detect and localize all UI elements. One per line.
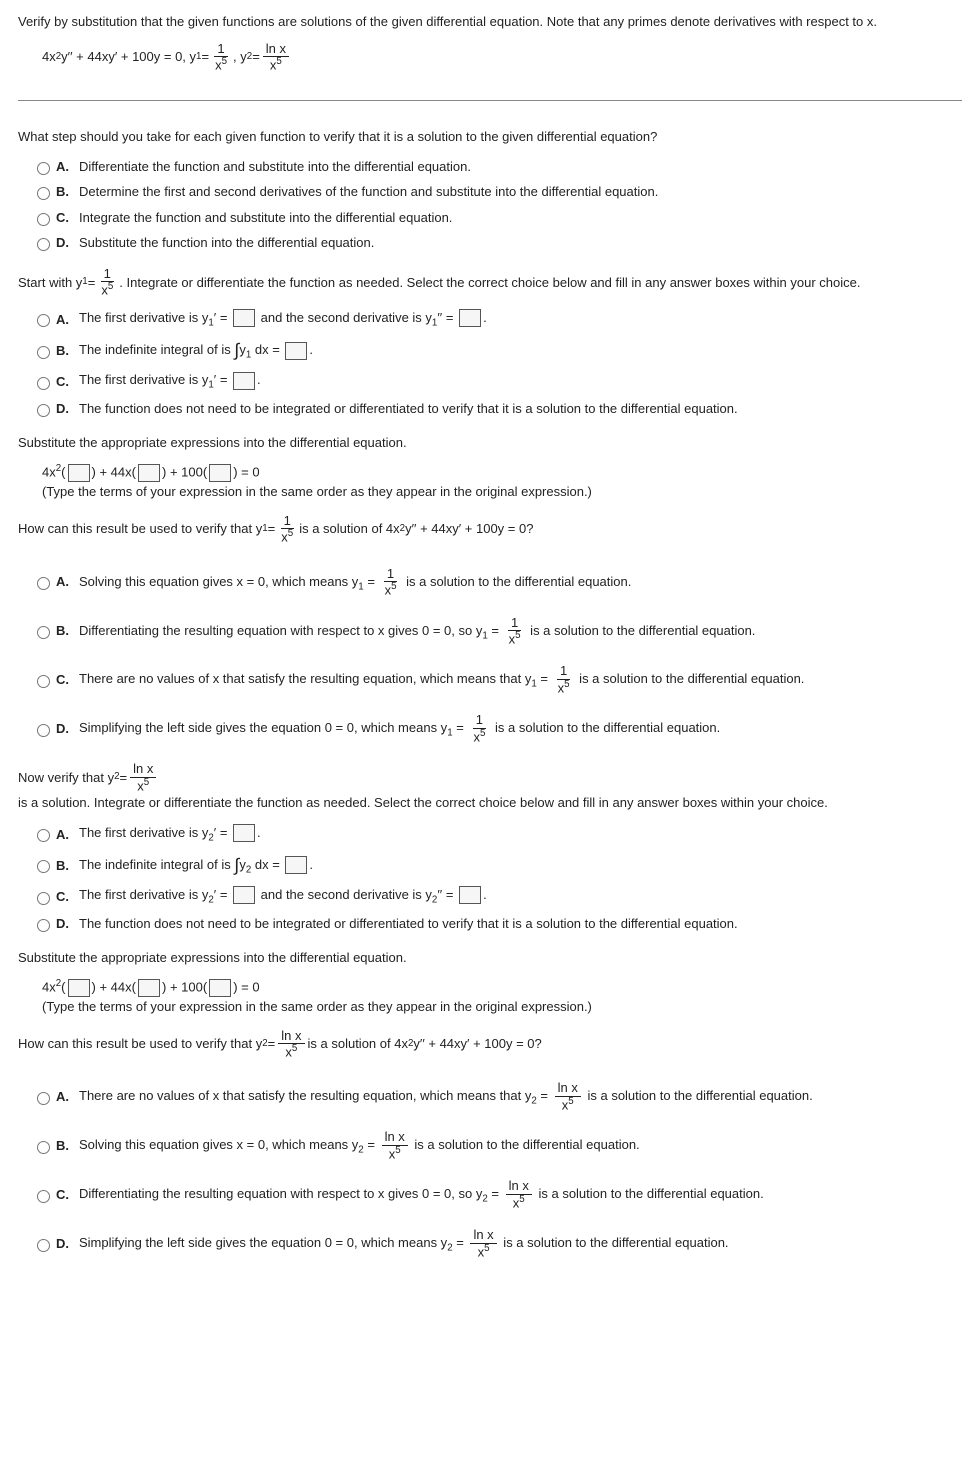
q1-radio-c[interactable] xyxy=(37,213,50,226)
r1-radio-a[interactable] xyxy=(37,577,50,590)
p1-radio-b[interactable] xyxy=(37,346,50,359)
r2-opt-d[interactable]: D. Simplifying the left side gives the e… xyxy=(32,1228,962,1259)
integral-icon: ∫ xyxy=(234,340,239,360)
p2-opt-c[interactable]: C. The first derivative is y2′ = and the… xyxy=(32,885,962,908)
q1-opt-d[interactable]: D.Substitute the function into the diffe… xyxy=(32,233,962,253)
answer-input[interactable] xyxy=(68,979,90,997)
q1-radio-d[interactable] xyxy=(37,238,50,251)
answer-input[interactable] xyxy=(138,979,160,997)
p2-radio-b[interactable] xyxy=(37,860,50,873)
r1-opt-c[interactable]: C. There are no values of x that satisfy… xyxy=(32,664,962,695)
p1-radio-a[interactable] xyxy=(37,314,50,327)
answer-input[interactable] xyxy=(459,886,481,904)
answer-input[interactable] xyxy=(209,464,231,482)
r1-opt-d[interactable]: D. Simplifying the left side gives the e… xyxy=(32,713,962,744)
q1-opt-c[interactable]: C.Integrate the function and substitute … xyxy=(32,208,962,228)
answer-input[interactable] xyxy=(285,342,307,360)
p2-opt-a[interactable]: A. The first derivative is y2′ = . xyxy=(32,823,962,846)
r1-radio-b[interactable] xyxy=(37,626,50,639)
intro-text: Verify by substitution that the given fu… xyxy=(18,12,962,32)
answer-input[interactable] xyxy=(233,309,255,327)
p2-opt-d[interactable]: D.The function does not need to be integ… xyxy=(32,914,962,934)
q1-prompt: What step should you take for each given… xyxy=(18,127,962,147)
r2-radio-a[interactable] xyxy=(37,1092,50,1105)
r2-opt-c[interactable]: C. Differentiating the resulting equatio… xyxy=(32,1179,962,1210)
start-y1: Start with y1 = 1x5 . Integrate or diffe… xyxy=(18,267,962,298)
answer-input[interactable] xyxy=(138,464,160,482)
sub-note-1: (Type the terms of your expression in th… xyxy=(42,482,962,502)
p1-opt-a[interactable]: A. The first derivative is y1′ = and the… xyxy=(32,308,962,331)
r2-opt-b[interactable]: B. Solving this equation gives x = 0, wh… xyxy=(32,1130,962,1161)
sub-eq-2: 4x2() + 44x() + 100() = 0 xyxy=(42,977,962,997)
r2-opt-a[interactable]: A. There are no values of x that satisfy… xyxy=(32,1081,962,1112)
answer-input[interactable] xyxy=(233,372,255,390)
q1-radio-a[interactable] xyxy=(37,162,50,175)
q1-opt-a[interactable]: A.Differentiate the function and substit… xyxy=(32,157,962,177)
answer-input[interactable] xyxy=(285,856,307,874)
integral-icon: ∫ xyxy=(234,855,239,875)
r1-radio-c[interactable] xyxy=(37,675,50,688)
r2-radio-b[interactable] xyxy=(37,1141,50,1154)
p2-radio-a[interactable] xyxy=(37,829,50,842)
sub-head-2: Substitute the appropriate expressions i… xyxy=(18,948,962,968)
q2-prompt: How can this result be used to verify th… xyxy=(18,514,962,545)
r2-radio-d[interactable] xyxy=(37,1239,50,1252)
given-equation: 4x2y′′ + 44xy′ + 100y = 0, y1 = 1x5 , y2… xyxy=(42,42,962,73)
answer-input[interactable] xyxy=(233,886,255,904)
p1-opt-c[interactable]: C. The first derivative is y1′ = . xyxy=(32,370,962,393)
p1-radio-d[interactable] xyxy=(37,404,50,417)
q3-prompt: How can this result be used to verify th… xyxy=(18,1029,962,1060)
p2-radio-c[interactable] xyxy=(37,892,50,905)
p1-opt-d[interactable]: D.The function does not need to be integ… xyxy=(32,399,962,419)
sub-head-1: Substitute the appropriate expressions i… xyxy=(18,433,962,453)
answer-input[interactable] xyxy=(233,824,255,842)
sub-note-2: (Type the terms of your expression in th… xyxy=(42,997,962,1017)
divider xyxy=(18,100,962,101)
p2-opt-b[interactable]: B. The indefinite integral of is ∫y2 dx … xyxy=(32,852,962,879)
start-y2: Now verify that y2 = ln xx5 is a solutio… xyxy=(18,762,962,812)
answer-input[interactable] xyxy=(209,979,231,997)
answer-input[interactable] xyxy=(68,464,90,482)
r1-opt-b[interactable]: B. Differentiating the resulting equatio… xyxy=(32,616,962,647)
q1-opt-b[interactable]: B.Determine the first and second derivat… xyxy=(32,182,962,202)
answer-input[interactable] xyxy=(459,309,481,327)
r1-radio-d[interactable] xyxy=(37,724,50,737)
sub-eq-1: 4x2() + 44x() + 100() = 0 xyxy=(42,462,962,482)
p1-opt-b[interactable]: B. The indefinite integral of is ∫y1 dx … xyxy=(32,337,962,364)
p1-radio-c[interactable] xyxy=(37,377,50,390)
p2-radio-d[interactable] xyxy=(37,919,50,932)
q1-radio-b[interactable] xyxy=(37,187,50,200)
r1-opt-a[interactable]: A. Solving this equation gives x = 0, wh… xyxy=(32,567,962,598)
q1-choices: A.Differentiate the function and substit… xyxy=(32,157,962,253)
r2-radio-c[interactable] xyxy=(37,1190,50,1203)
